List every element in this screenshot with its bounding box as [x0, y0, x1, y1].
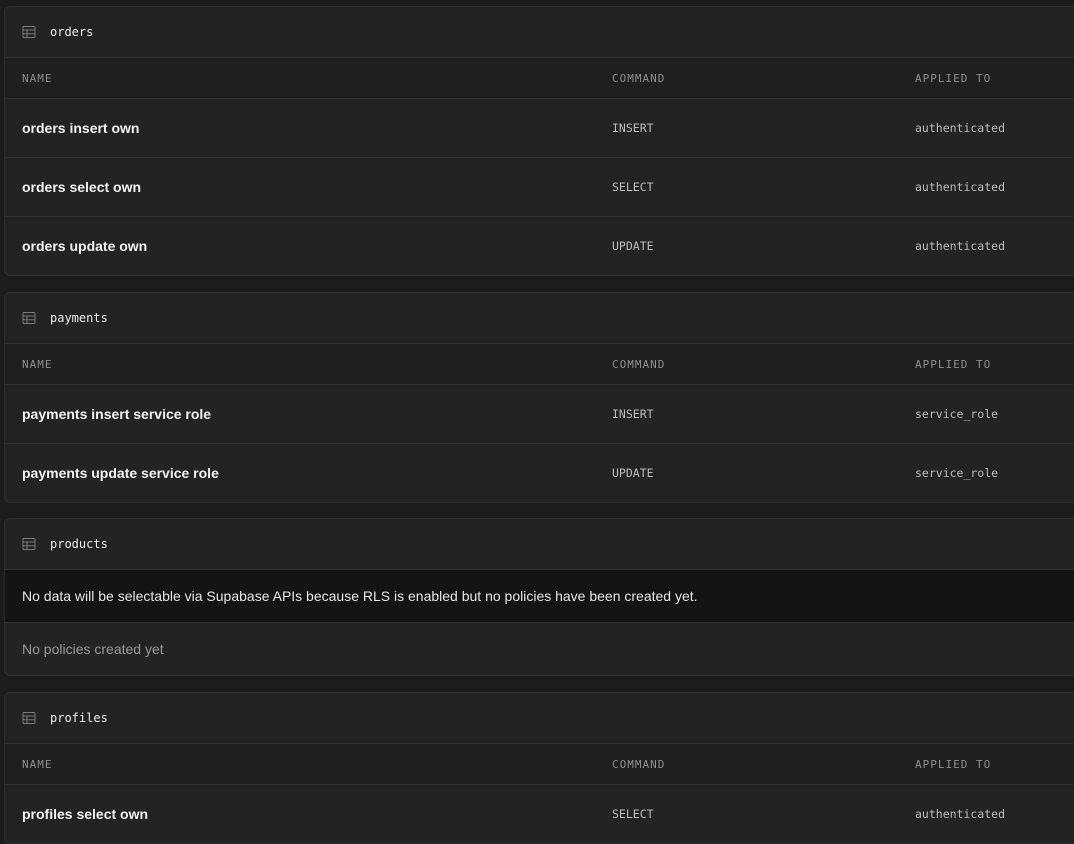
- column-header-name: NAME: [22, 757, 53, 771]
- table-icon: [22, 311, 36, 325]
- policy-table-card-profiles: profiles NAME COMMAND APPLIED TO profile…: [4, 692, 1074, 844]
- policy-table-card-payments: payments NAME COMMAND APPLIED TO payment…: [4, 292, 1074, 503]
- no-policies-message: No policies created yet: [22, 641, 164, 657]
- rls-warning-notice: No data will be selectable via Supabase …: [5, 570, 1074, 623]
- table-icon: [22, 537, 36, 551]
- column-header-name: NAME: [22, 71, 53, 85]
- column-header-command: COMMAND: [612, 757, 666, 771]
- table-icon: [22, 25, 36, 39]
- table-header[interactable]: payments: [5, 293, 1074, 344]
- policy-row[interactable]: profiles select own SELECT authenticated: [5, 785, 1074, 843]
- policy-command: INSERT: [612, 407, 654, 421]
- column-headers: NAME COMMAND APPLIED TO: [5, 744, 1074, 785]
- column-header-command: COMMAND: [612, 71, 666, 85]
- policy-command: INSERT: [612, 121, 654, 135]
- table-name: payments: [50, 311, 108, 325]
- policy-command: UPDATE: [612, 239, 654, 253]
- policy-name: profiles select own: [22, 806, 149, 822]
- policy-table-card-products: products No data will be selectable via …: [4, 518, 1074, 676]
- policy-row[interactable]: payments update service role UPDATE serv…: [5, 444, 1074, 502]
- table-name: products: [50, 537, 108, 551]
- policy-command: UPDATE: [612, 466, 654, 480]
- policy-applied-to: authenticated: [915, 807, 1006, 821]
- policy-applied-to: service_role: [915, 407, 999, 421]
- policy-name: payments update service role: [22, 465, 219, 481]
- column-header-applied-to: APPLIED TO: [915, 757, 992, 771]
- policy-applied-to: authenticated: [915, 121, 1006, 135]
- column-headers: NAME COMMAND APPLIED TO: [5, 344, 1074, 385]
- policy-row[interactable]: payments insert service role INSERT serv…: [5, 385, 1074, 444]
- column-header-applied-to: APPLIED TO: [915, 71, 992, 85]
- column-header-applied-to: APPLIED TO: [915, 357, 992, 371]
- table-header[interactable]: profiles: [5, 693, 1074, 744]
- policy-applied-to: authenticated: [915, 180, 1006, 194]
- column-header-command: COMMAND: [612, 357, 666, 371]
- policy-name: orders update own: [22, 238, 148, 254]
- policy-name: payments insert service role: [22, 406, 212, 422]
- policy-table-card-orders: orders NAME COMMAND APPLIED TO orders in…: [4, 6, 1074, 276]
- policy-name: orders select own: [22, 179, 142, 195]
- column-headers: NAME COMMAND APPLIED TO: [5, 58, 1074, 99]
- table-header[interactable]: orders: [5, 7, 1074, 58]
- policy-name: orders insert own: [22, 120, 140, 136]
- column-header-name: NAME: [22, 357, 53, 371]
- policy-row[interactable]: orders select own SELECT authenticated: [5, 158, 1074, 217]
- table-name: profiles: [50, 711, 108, 725]
- policy-applied-to: authenticated: [915, 239, 1006, 253]
- policy-row[interactable]: orders update own UPDATE authenticated: [5, 217, 1074, 275]
- policy-applied-to: service_role: [915, 466, 999, 480]
- policy-command: SELECT: [612, 180, 654, 194]
- table-name: orders: [50, 25, 94, 39]
- policy-row[interactable]: orders insert own INSERT authenticated: [5, 99, 1074, 158]
- table-header[interactable]: products: [5, 519, 1074, 570]
- policy-command: SELECT: [612, 807, 654, 821]
- table-icon: [22, 711, 36, 725]
